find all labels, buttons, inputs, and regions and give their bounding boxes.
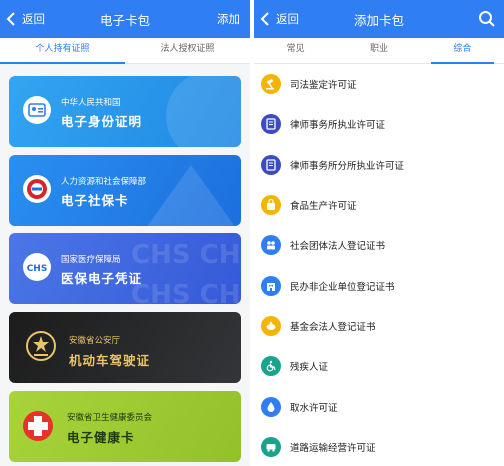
lawyer-document-icon — [261, 154, 281, 175]
list-item[interactable]: 律师事务所分所执业许可证 — [254, 145, 504, 185]
tab-legal-person[interactable]: 法人授权证照 — [125, 38, 250, 63]
tab-common[interactable]: 常见 — [254, 38, 337, 63]
list-item-label: 基金会法人登记证书 — [290, 321, 376, 333]
license-list: 司法鉴定许可证 律师事务所执业许可证 律师事务所分所执业许可证 食品生产许可证 … — [254, 64, 504, 466]
svg-text:CHS: CHS — [27, 264, 48, 274]
list-item[interactable]: 残疾人证 — [254, 346, 504, 386]
card-name: 电子身份证明 — [61, 114, 143, 129]
category-tabs: 常见 职业 综合 — [254, 38, 504, 64]
card-name: 电子健康卡 — [67, 430, 135, 445]
tab-comprehensive[interactable]: 综合 — [421, 38, 504, 64]
wallet-navbar: 返回 电子卡包 添加 — [0, 0, 250, 38]
chevron-left-icon — [6, 12, 15, 26]
building-icon — [261, 275, 281, 296]
id-card-icon — [23, 96, 51, 124]
list-item-label: 律师事务所执业许可证 — [290, 120, 386, 132]
water-drop-icon — [261, 396, 281, 417]
search-icon[interactable] — [478, 10, 496, 28]
tab-professional[interactable]: 职业 — [337, 38, 420, 63]
back-label: 返回 — [22, 12, 45, 26]
add-wallet-navbar: 返回 添加卡包 — [254, 0, 504, 38]
card-org: 国家医疗保障局 — [61, 255, 121, 265]
back-button[interactable]: 返回 — [6, 10, 45, 28]
list-item[interactable]: 社会团体法人登记证书 — [254, 225, 504, 265]
wheelchair-icon — [261, 356, 281, 377]
list-item[interactable]: 基金会法人登记证书 — [254, 306, 504, 346]
list-item[interactable]: 民办非企业单位登记证书 — [254, 265, 504, 305]
card-electronic-id[interactable]: 中华人民共和国 电子身份证明 — [9, 76, 241, 147]
piggy-bank-icon — [261, 315, 281, 336]
list-item-label: 社会团体法人登记证书 — [290, 241, 386, 253]
svg-text:CHS CHS: CHS CHS — [131, 280, 241, 304]
card-org: 安徽省公安厅 — [69, 336, 121, 346]
card-name: 电子社保卡 — [61, 193, 129, 208]
social-security-emblem-icon — [23, 175, 51, 203]
card-org: 人力资源和社会保障部 — [61, 177, 147, 187]
list-item[interactable]: 律师事务所执业许可证 — [254, 104, 504, 144]
group-people-icon — [261, 235, 281, 256]
card-decoration: CHS CHS CHS CHS — [131, 240, 241, 304]
card-name: 机动车驾驶证 — [69, 353, 151, 368]
svg-text:CHS CHS: CHS CHS — [131, 240, 241, 270]
tab-personal[interactable]: 个人持有证照 — [0, 38, 125, 64]
gavel-icon — [261, 74, 281, 95]
card-org: 中华人民共和国 — [61, 98, 121, 108]
health-cross-icon — [21, 409, 55, 443]
card-name: 医保电子凭证 — [61, 271, 143, 286]
list-item-label: 食品生产许可证 — [290, 201, 357, 213]
list-item-label: 取水许可证 — [290, 402, 338, 414]
add-wallet-panel: 返回 添加卡包 常见 职业 综合 司法鉴定许可证 律师事务所执业许可证 律师事务… — [254, 0, 504, 466]
vehicle-icon — [261, 436, 281, 457]
list-item[interactable]: 道路运输经营许可证 — [254, 427, 504, 466]
list-item[interactable]: 取水许可证 — [254, 386, 504, 426]
wallet-panel: 返回 电子卡包 添加 个人持有证照 法人授权证照 中华人民共和国 电子身份证明 … — [0, 0, 250, 466]
list-item-label: 司法鉴定许可证 — [290, 80, 357, 92]
chevron-left-icon — [260, 12, 269, 26]
list-item-label: 道路运输经营许可证 — [290, 442, 376, 454]
chs-logo-icon: CHS — [23, 253, 51, 281]
back-label: 返回 — [276, 12, 299, 26]
add-button[interactable]: 添加 — [217, 11, 240, 27]
food-bag-icon — [261, 195, 281, 216]
card-decoration — [147, 165, 235, 226]
card-org: 安徽省卫生健康委员会 — [67, 413, 153, 423]
list-item[interactable]: 司法鉴定许可证 — [254, 64, 504, 104]
card-decoration — [166, 76, 241, 147]
list-item-label: 残疾人证 — [290, 362, 329, 374]
list-item-label: 民办非企业单位登记证书 — [290, 281, 395, 293]
wallet-tabs: 个人持有证照 法人授权证照 — [0, 38, 250, 64]
lawyer-document-icon — [261, 114, 281, 135]
card-driver-license[interactable]: 安徽省公安厅 机动车驾驶证 — [9, 312, 241, 383]
list-item[interactable]: 食品生产许可证 — [254, 185, 504, 225]
card-social-security[interactable]: 人力资源和社会保障部 电子社保卡 — [9, 155, 241, 226]
list-item-label: 律师事务所分所执业许可证 — [290, 160, 405, 172]
card-health[interactable]: 安徽省卫生健康委员会 电子健康卡 — [9, 391, 241, 462]
national-emblem-icon — [25, 330, 57, 362]
back-button[interactable]: 返回 — [260, 10, 299, 28]
card-medical-insurance[interactable]: CHS CHS CHS CHS CHS 国家医疗保障局 医保电子凭证 — [9, 233, 241, 304]
